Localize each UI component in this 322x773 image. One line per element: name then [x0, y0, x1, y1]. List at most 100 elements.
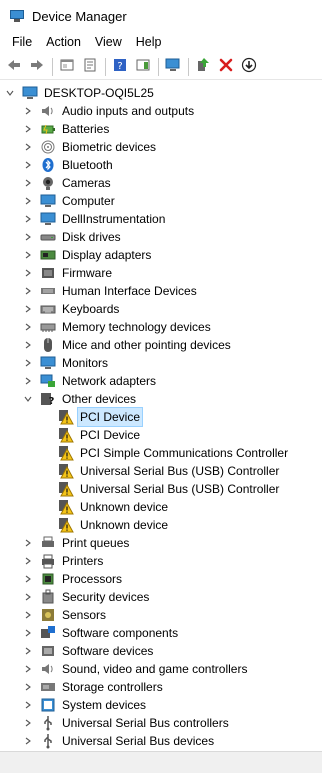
back-button[interactable] — [4, 57, 24, 77]
expand-chevron-icon[interactable] — [22, 102, 34, 120]
expand-chevron-icon[interactable] — [22, 642, 34, 660]
collapse-chevron-icon[interactable] — [4, 84, 16, 102]
show-hide-tree-button[interactable] — [57, 57, 77, 77]
sensor-icon — [40, 607, 56, 623]
expand-chevron-icon[interactable] — [22, 606, 34, 624]
tree-category[interactable]: Universal Serial Bus controllers — [0, 714, 231, 732]
tree-category[interactable]: DellInstrumentation — [0, 210, 167, 228]
tree-category[interactable]: System devices — [0, 696, 148, 714]
unknown-device-warning-icon — [58, 463, 74, 479]
tree-category[interactable]: Bluetooth — [0, 156, 115, 174]
expand-chevron-icon[interactable] — [22, 192, 34, 210]
tree-item-label: Network adapters — [62, 374, 157, 388]
tree-category[interactable]: Keyboards — [0, 300, 121, 318]
tree-category[interactable]: Sound, video and game controllers — [0, 660, 249, 678]
expand-chevron-icon[interactable] — [22, 732, 34, 750]
tree-category[interactable]: Security devices — [0, 588, 151, 606]
expand-chevron-icon[interactable] — [22, 120, 34, 138]
tree-category[interactable]: Software components — [0, 624, 180, 642]
menu-view[interactable]: View — [88, 32, 129, 52]
svg-text:?: ? — [117, 61, 122, 72]
menu-file[interactable]: File — [0, 32, 39, 52]
title-bar: Device Manager — [0, 0, 322, 32]
tree-item-label: Human Interface Devices — [62, 284, 197, 298]
tree-category[interactable]: Print queues — [0, 534, 131, 552]
tree-category[interactable]: Memory technology devices — [0, 318, 213, 336]
expand-chevron-icon[interactable] — [22, 696, 34, 714]
expand-chevron-icon[interactable] — [22, 264, 34, 282]
expand-chevron-icon[interactable] — [22, 156, 34, 174]
expand-chevron-icon[interactable] — [22, 678, 34, 696]
disable-device-button[interactable] — [239, 57, 259, 77]
expand-chevron-icon[interactable] — [22, 624, 34, 642]
expand-chevron-icon[interactable] — [22, 660, 34, 678]
tree-category[interactable]: Batteries — [0, 120, 111, 138]
tree-category[interactable]: Computer — [0, 192, 117, 210]
firmware-icon — [40, 265, 56, 281]
tree-item-label: PCI Simple Communications Controller — [80, 446, 289, 460]
tree-category[interactable]: Biometric devices — [0, 138, 158, 156]
expand-chevron-icon[interactable] — [22, 210, 34, 228]
expand-chevron-icon[interactable] — [22, 552, 34, 570]
action-pane-icon — [135, 57, 151, 76]
tree-category[interactable]: Universal Serial Bus devices — [0, 732, 216, 750]
expand-chevron-icon[interactable] — [22, 588, 34, 606]
tree-device[interactable]: PCI Simple Communications Controller — [0, 444, 290, 462]
action-pane-button[interactable] — [133, 57, 153, 77]
tree-category[interactable]: Disk drives — [0, 228, 123, 246]
other-devices-icon: ? — [40, 391, 56, 407]
tree-category[interactable]: Printers — [0, 552, 105, 570]
expand-chevron-icon[interactable] — [22, 336, 34, 354]
tree-category[interactable]: Storage controllers — [0, 678, 165, 696]
show-hide-tree-icon — [59, 57, 75, 76]
tree-item-label: Monitors — [62, 356, 109, 370]
tree-category[interactable]: Cameras — [0, 174, 113, 192]
tree-device[interactable]: Universal Serial Bus (USB) Controller — [0, 480, 281, 498]
expand-chevron-icon[interactable] — [22, 372, 34, 390]
uninstall-device-icon — [218, 57, 234, 76]
software-component-icon — [40, 625, 56, 641]
tree-device[interactable]: Unknown device — [0, 516, 170, 534]
tree-category[interactable]: Mice and other pointing devices — [0, 336, 233, 354]
tree-device[interactable]: PCI Device — [0, 407, 144, 427]
tree-item-label: Keyboards — [62, 302, 120, 316]
expand-chevron-icon[interactable] — [22, 714, 34, 732]
tree-category[interactable]: Network adapters — [0, 372, 158, 390]
uninstall-device-button[interactable] — [216, 57, 236, 77]
tree-category[interactable]: Firmware — [0, 264, 114, 282]
disable-device-icon — [241, 57, 257, 76]
help-button[interactable]: ? — [110, 57, 130, 77]
tree-category[interactable]: Display adapters — [0, 246, 153, 264]
expand-chevron-icon[interactable] — [22, 570, 34, 588]
tree-category[interactable]: Processors — [0, 570, 124, 588]
expand-chevron-icon[interactable] — [22, 534, 34, 552]
menu-action[interactable]: Action — [39, 32, 88, 52]
expand-chevron-icon[interactable] — [22, 318, 34, 336]
tree-device[interactable]: Unknown device — [0, 498, 170, 516]
tree-device[interactable]: PCI Device — [0, 426, 142, 444]
expand-chevron-icon[interactable] — [22, 246, 34, 264]
expand-chevron-icon[interactable] — [22, 138, 34, 156]
update-driver-icon — [195, 57, 211, 76]
menu-help[interactable]: Help — [129, 32, 169, 52]
tree-device[interactable]: Universal Serial Bus (USB) Controller — [0, 462, 281, 480]
collapse-chevron-icon[interactable] — [22, 390, 34, 408]
hid-icon — [40, 283, 56, 299]
expand-chevron-icon[interactable] — [22, 174, 34, 192]
properties-button[interactable] — [80, 57, 100, 77]
forward-button[interactable] — [27, 57, 47, 77]
expand-chevron-icon[interactable] — [22, 354, 34, 372]
tree-root[interactable]: DESKTOP-OQI5L25 — [0, 84, 156, 102]
tree-category[interactable]: Software devices — [0, 642, 155, 660]
tree-category[interactable]: Audio inputs and outputs — [0, 102, 196, 120]
expand-chevron-icon[interactable] — [22, 228, 34, 246]
tree-category[interactable]: Human Interface Devices — [0, 282, 199, 300]
tree-category[interactable]: Sensors — [0, 606, 108, 624]
update-driver-button[interactable] — [193, 57, 213, 77]
tree-category[interactable]: Monitors — [0, 354, 110, 372]
expand-chevron-icon[interactable] — [22, 300, 34, 318]
tree-category[interactable]: ? Other devices — [0, 390, 138, 408]
expand-chevron-icon[interactable] — [22, 282, 34, 300]
scan-hardware-button[interactable] — [163, 57, 183, 77]
